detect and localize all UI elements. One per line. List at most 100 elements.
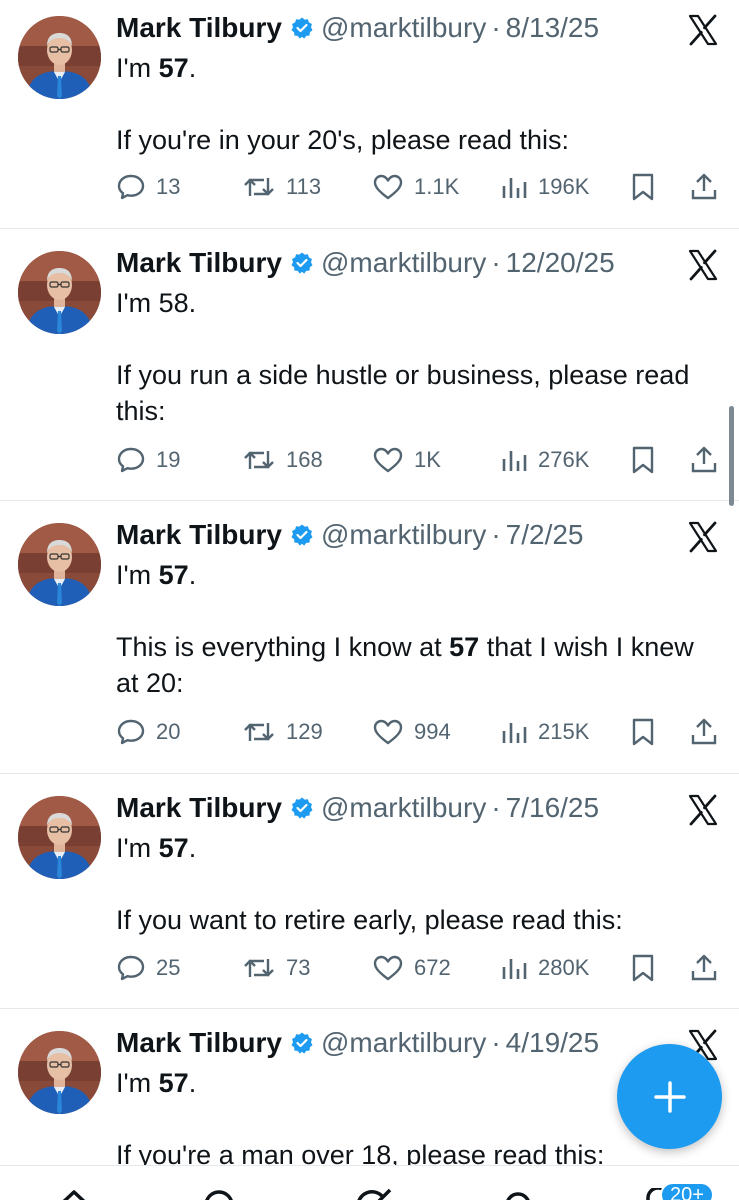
reply-count: 13 [156, 174, 181, 199]
bookmark-icon [630, 953, 656, 983]
reply-button[interactable]: 19 [116, 443, 180, 477]
repost-button[interactable]: 129 [242, 715, 323, 749]
communities-icon[interactable] [500, 1188, 536, 1200]
like-icon [372, 172, 414, 202]
compose-button[interactable] [617, 1044, 722, 1149]
tweet-date[interactable]: 8/13/25 [506, 11, 599, 45]
tweet-actions: 25 73 672 280K [116, 951, 721, 985]
tweet-date[interactable]: 7/16/25 [506, 791, 599, 825]
repost-button[interactable]: 113 [242, 170, 321, 204]
tweet-header: Mark Tilbury @marktilbury · 12/20/25 [116, 246, 669, 280]
like-button[interactable]: 672 [372, 951, 451, 985]
share-button[interactable] [689, 951, 719, 985]
verified-badge-icon [290, 1031, 314, 1055]
plus-icon [653, 1080, 686, 1113]
views-icon [500, 445, 538, 475]
verified-badge-icon [290, 16, 314, 40]
bookmark-button[interactable] [630, 170, 656, 204]
avatar[interactable] [18, 16, 101, 99]
reply-button[interactable]: 13 [116, 170, 180, 204]
avatar[interactable] [18, 523, 101, 606]
tweet-actions: 13 113 1.1K 196K [116, 170, 721, 204]
tweet-header: Mark Tilbury @marktilbury · 8/13/25 [116, 11, 669, 45]
tweet[interactable]: Mark Tilbury @marktilbury · 7/2/25 I'm 5… [0, 501, 739, 774]
tweet-text: I'm 57. If you're in your 20's, please r… [116, 50, 719, 158]
share-button[interactable] [689, 443, 719, 477]
author-name[interactable]: Mark Tilbury [116, 246, 282, 280]
text-segment: I'm [116, 53, 159, 83]
notification-badge: 20+ [660, 1182, 714, 1200]
author-handle[interactable]: @marktilbury [321, 246, 486, 280]
tweet[interactable]: Mark Tilbury @marktilbury · 12/20/25 I'm… [0, 229, 739, 501]
tweet-header: Mark Tilbury @marktilbury · 7/16/25 [116, 791, 669, 825]
home-icon[interactable] [56, 1188, 92, 1200]
views-icon [500, 717, 538, 747]
views-button[interactable]: 276K [500, 443, 589, 477]
author-handle[interactable]: @marktilbury [321, 1026, 486, 1060]
verified-badge-icon [290, 523, 314, 547]
author-handle[interactable]: @marktilbury [321, 518, 486, 552]
views-button[interactable]: 196K [500, 170, 589, 204]
bottom-nav: 20+ [0, 1165, 739, 1200]
tweet-date[interactable]: 12/20/25 [506, 246, 615, 280]
tweet[interactable]: Mark Tilbury @marktilbury · 8/13/25 I'm … [0, 0, 739, 229]
separator-dot: · [491, 519, 501, 550]
search-icon[interactable] [202, 1188, 238, 1200]
tweet-actions: 19 168 1K 276K [116, 443, 721, 477]
reply-count: 19 [156, 447, 181, 472]
views-count: 276K [538, 447, 590, 472]
repost-button[interactable]: 73 [242, 951, 310, 985]
bookmark-button[interactable] [630, 951, 656, 985]
x-logo-icon [687, 14, 719, 46]
tweet-actions: 20 129 994 215K [116, 715, 721, 749]
text-segment: I'm [116, 1068, 159, 1098]
share-button[interactable] [689, 170, 719, 204]
tweet-date[interactable]: 7/2/25 [506, 518, 584, 552]
tweet-header: Mark Tilbury @marktilbury · 7/2/25 [116, 518, 669, 552]
avatar[interactable] [18, 1031, 101, 1114]
share-icon [689, 445, 719, 475]
x-logo-icon [687, 249, 719, 281]
author-handle[interactable]: @marktilbury [321, 791, 486, 825]
text-segment: . [188, 1068, 197, 1098]
like-button[interactable]: 1K [372, 443, 441, 477]
author-name[interactable]: Mark Tilbury [116, 11, 282, 45]
bookmark-icon [630, 172, 656, 202]
repost-icon [242, 717, 286, 747]
text-bold: 57 [449, 632, 480, 662]
tweet-date[interactable]: 4/19/25 [506, 1026, 599, 1060]
text-bold: 57 [158, 833, 189, 863]
text-bold: 57 [158, 560, 189, 590]
author-name[interactable]: Mark Tilbury [116, 791, 282, 825]
reply-icon [116, 953, 156, 983]
separator-dot: · [491, 1027, 501, 1058]
separator-dot: · [491, 247, 501, 278]
text-segment: I'm 58. [116, 288, 197, 318]
text-segment: . [188, 53, 197, 83]
avatar[interactable] [18, 251, 101, 334]
reply-button[interactable]: 25 [116, 951, 180, 985]
repost-button[interactable]: 168 [242, 443, 323, 477]
views-button[interactable]: 215K [500, 715, 589, 749]
avatar[interactable] [18, 796, 101, 879]
views-icon [500, 953, 538, 983]
views-count: 196K [538, 174, 590, 199]
grok-icon[interactable] [352, 1188, 392, 1200]
tweet[interactable]: Mark Tilbury @marktilbury · 7/16/25 I'm … [0, 774, 739, 1009]
author-name[interactable]: Mark Tilbury [116, 1026, 282, 1060]
author-name[interactable]: Mark Tilbury [116, 518, 282, 552]
bookmark-icon [630, 445, 656, 475]
like-button[interactable]: 1.1K [372, 170, 459, 204]
repost-icon [242, 953, 286, 983]
share-button[interactable] [689, 715, 719, 749]
author-handle[interactable]: @marktilbury [321, 11, 486, 45]
like-button[interactable]: 994 [372, 715, 451, 749]
text-bold: 57 [158, 1068, 189, 1098]
bookmark-button[interactable] [630, 715, 656, 749]
text-segment: If you run a side hustle or business, pl… [116, 360, 690, 426]
reply-icon [116, 445, 156, 475]
scrollbar-thumb[interactable] [729, 406, 734, 506]
reply-button[interactable]: 20 [116, 715, 180, 749]
bookmark-button[interactable] [630, 443, 656, 477]
views-button[interactable]: 280K [500, 951, 589, 985]
